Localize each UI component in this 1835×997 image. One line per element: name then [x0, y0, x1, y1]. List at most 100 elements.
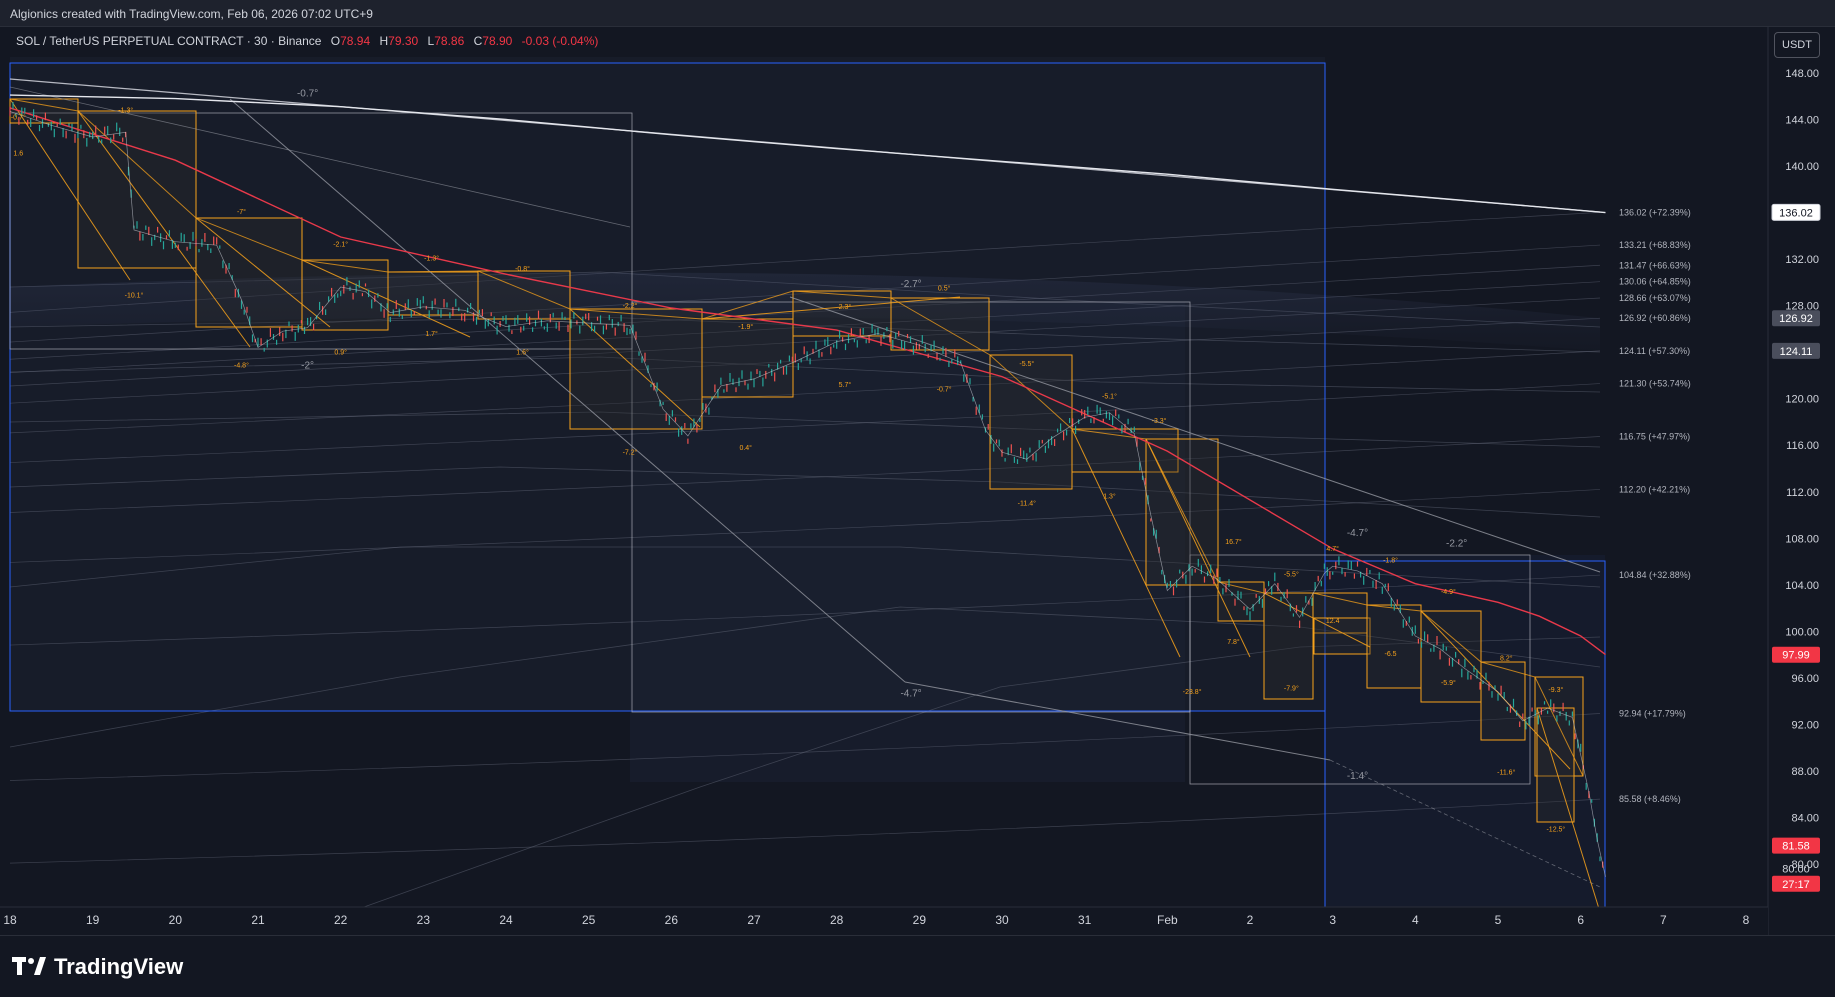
close-label: C [473, 34, 483, 48]
box-annotation: 1.6° [516, 349, 529, 357]
x-tick-label: 23 [417, 913, 431, 927]
level-label: 133.21 (+68.83%) [1619, 240, 1691, 250]
price-badge-text: 80.00 [1782, 864, 1810, 876]
x-tick-label: 27 [747, 913, 761, 927]
box-annotation: -11.4° [1018, 500, 1036, 508]
box-annotation: -6.5 [1385, 651, 1397, 658]
x-tick-label: 26 [665, 913, 679, 927]
box-annotation: -1.8° [1383, 557, 1398, 565]
box-annotation: -4.9° [1441, 588, 1456, 596]
high-value: 79.30 [388, 34, 419, 48]
y-tick-label: 140.00 [1785, 161, 1819, 173]
x-tick-label: 28 [830, 913, 844, 927]
x-tick-label: 19 [86, 913, 100, 927]
symbol-title[interactable]: SOL / TetherUS PERPETUAL CONTRACT · 30 ·… [16, 34, 321, 48]
angle-annotation: -1.4° [1347, 771, 1368, 782]
x-tick-label: Feb [1157, 913, 1178, 927]
change-value: -0.03 (-0.04%) [521, 34, 599, 48]
x-tick-label: 5 [1495, 913, 1502, 927]
box-annotation: 12.4 [1326, 618, 1340, 625]
level-label: 121.30 (+53.74%) [1619, 379, 1691, 389]
box-annotation: -2.2° [623, 302, 638, 310]
box-annotation: -4.8° [234, 361, 249, 369]
box-annotation: -7.9° [1284, 685, 1299, 693]
level-label: 124.11 (+57.30%) [1619, 346, 1690, 356]
x-tick-label: 8 [1743, 913, 1750, 927]
y-tick-label: 92.00 [1791, 719, 1819, 731]
y-tick-label: 132.00 [1785, 254, 1819, 266]
box-annotation: -5.5° [1284, 571, 1299, 579]
close-value: 78.90 [482, 34, 513, 48]
angle-annotation: -2.2° [1446, 538, 1467, 549]
pattern-box [387, 271, 479, 316]
box-annotation: 0.9° [334, 349, 347, 357]
box-annotation: -10.1° [125, 292, 144, 300]
x-tick-label: 21 [251, 913, 265, 927]
level-label: 136.02 (+72.39%) [1619, 207, 1691, 217]
box-annotation: 1.3° [1103, 493, 1116, 501]
box-annotation: -7° [237, 208, 246, 216]
box-annotation: -0.7° [937, 386, 952, 394]
x-tick-label: 6 [1577, 913, 1584, 927]
angle-annotation: -4.7° [900, 688, 921, 699]
box-annotation: 16.7° [1225, 538, 1242, 546]
box-annotation: 5.7° [839, 381, 852, 389]
box-annotation: -0.7° [11, 114, 26, 122]
box-annotation: -1.3° [118, 107, 133, 115]
box-annotation: -9.3° [1548, 686, 1563, 694]
box-annotation: 0.4° [739, 444, 752, 452]
box-annotation: -23.8° [1183, 688, 1202, 696]
x-tick-label: 18 [3, 913, 17, 927]
box-annotation: -11.6° [1497, 768, 1515, 776]
angle-annotation: -4.7° [1347, 528, 1368, 539]
x-tick-label: 29 [913, 913, 927, 927]
angle-annotation: -0.7° [297, 88, 318, 99]
box-annotation: 7.8° [1227, 638, 1240, 646]
box-annotation: 8.2° [1500, 654, 1513, 662]
pattern-box [1366, 604, 1422, 689]
x-tick-label: 7 [1660, 913, 1667, 927]
y-tick-label: 148.00 [1785, 68, 1819, 80]
level-label: 85.58 (+8.46%) [1619, 794, 1681, 804]
box-annotation: 4.7° [1326, 545, 1339, 553]
box-annotation: -3.3° [1152, 417, 1167, 425]
price-badge-text: 126.92 [1779, 313, 1813, 325]
y-tick-label: 88.00 [1791, 766, 1819, 778]
y-tick-label: 104.00 [1785, 580, 1819, 592]
y-tick-label: 144.00 [1785, 115, 1819, 127]
pattern-box [1263, 592, 1314, 700]
x-tick-label: 25 [582, 913, 596, 927]
pattern-box [792, 290, 892, 337]
x-tick-label: 22 [334, 913, 348, 927]
y-tick-label: 108.00 [1785, 533, 1819, 545]
box-annotation: -5.5° [1019, 360, 1034, 368]
price-badge-text: 27:17 [1782, 879, 1810, 891]
box-annotation: -5.1° [1102, 393, 1117, 401]
currency-button[interactable]: USDT [1774, 32, 1820, 58]
x-tick-label: 4 [1412, 913, 1419, 927]
price-badge-text: 136.02 [1779, 207, 1813, 219]
chart-credit: Algionics created with TradingView.com, … [10, 7, 373, 21]
tradingview-brand[interactable]: TradingView [12, 954, 183, 980]
y-tick-label: 100.00 [1785, 626, 1819, 638]
box-annotation: -1.3° [424, 254, 439, 262]
top-credit-bar: Algionics created with TradingView.com, … [0, 0, 1835, 27]
low-value: 78.86 [434, 34, 465, 48]
tradingview-logo-icon [12, 957, 46, 977]
price-chart[interactable]: 136.02 (+72.39%) 133.21 (+68.83%) 131.47 (… [0, 27, 1835, 935]
chart-area[interactable]: 136.02 (+72.39%) 133.21 (+68.83%) 131.47 (… [0, 27, 1835, 935]
open-value: 78.94 [340, 34, 371, 48]
y-tick-label: 120.00 [1785, 394, 1819, 406]
y-tick-label: 84.00 [1791, 812, 1819, 824]
pattern-box [1313, 617, 1371, 655]
x-tick-label: 3 [1329, 913, 1336, 927]
box-annotation: 1.7° [425, 330, 438, 338]
y-tick-label: 112.00 [1786, 487, 1819, 499]
box-annotation: -1.9° [738, 323, 753, 331]
x-tick-label: 24 [499, 913, 513, 927]
level-label: 116.75 (+47.97%) [1619, 432, 1690, 442]
pattern-box [989, 354, 1073, 490]
brand-name: TradingView [54, 954, 184, 979]
price-badge-text: 124.11 [1780, 346, 1813, 358]
pattern-box [1420, 610, 1482, 703]
